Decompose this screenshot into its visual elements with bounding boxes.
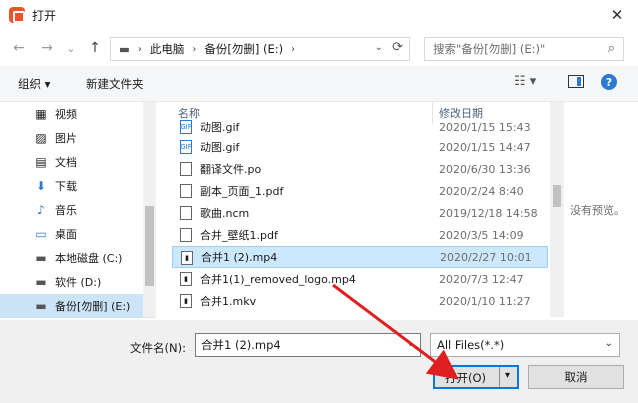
annotation-arrow <box>332 283 459 380</box>
